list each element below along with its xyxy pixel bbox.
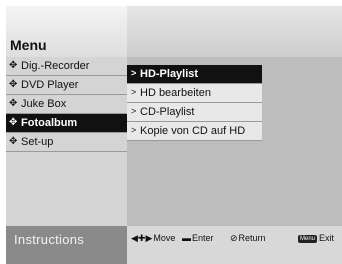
return-icon: ⊘ — [230, 233, 238, 243]
screen: Menu ✥ Dig.-Recorder ✥ DVD Player ✥ Juke… — [0, 0, 342, 264]
menu-frame: Menu ✥ Dig.-Recorder ✥ DVD Player ✥ Juke… — [6, 6, 342, 264]
instructions-panel: Instructions — [6, 226, 127, 264]
submenu-panel: > HD-Playlist > HD bearbeiten > CD-Playl… — [127, 57, 342, 226]
bullet-icon: ✥ — [9, 98, 18, 109]
arrow-right-icon: > — [131, 87, 137, 97]
hint-enter-label: Enter — [192, 233, 214, 243]
main-menu-item-label: Set-up — [21, 136, 54, 148]
main-menu-item-dig-recorder[interactable]: ✥ Dig.-Recorder — [6, 57, 127, 76]
submenu-item-hd-bearbeiten[interactable]: > HD bearbeiten — [127, 84, 262, 103]
submenu-item-kopie-cd-hd[interactable]: > Kopie von CD auf HD — [127, 122, 262, 141]
instructions-bar: ◀✚▶Move ▬Enter ⊘Return Menu Exit — [127, 226, 342, 264]
enter-key-icon: ▬ — [182, 233, 191, 243]
submenu-item-hd-playlist[interactable]: > HD-Playlist — [127, 65, 262, 84]
main-menu-item-dvd-player[interactable]: ✥ DVD Player — [6, 76, 127, 95]
main-menu: ✥ Dig.-Recorder ✥ DVD Player ✥ Juke Box … — [6, 57, 127, 226]
bullet-icon: ✥ — [9, 136, 18, 147]
bullet-icon: ✥ — [9, 79, 18, 90]
header-left: Menu — [6, 6, 127, 57]
hint-enter: ▬Enter — [182, 233, 214, 243]
hint-move: ◀✚▶Move — [131, 233, 175, 244]
hint-return: ⊘Return — [230, 233, 266, 244]
submenu-item-label: HD bearbeiten — [140, 87, 211, 99]
main-menu-item-label: Dig.-Recorder — [21, 60, 90, 72]
arrow-right-icon: > — [131, 68, 137, 78]
main-menu-item-label: DVD Player — [21, 79, 79, 91]
main-menu-item-setup[interactable]: ✥ Set-up — [6, 133, 127, 152]
submenu-list: > HD-Playlist > HD bearbeiten > CD-Playl… — [127, 65, 262, 141]
hint-return-label: Return — [238, 233, 266, 243]
main-menu-item-label: Fotoalbum — [21, 117, 78, 129]
submenu-item-label: HD-Playlist — [140, 68, 199, 80]
submenu-item-cd-playlist[interactable]: > CD-Playlist — [127, 103, 262, 122]
bullet-icon: ✥ — [9, 60, 18, 71]
page-title: Menu — [10, 37, 47, 53]
arrow-right-icon: > — [131, 125, 137, 135]
main-menu-item-fotoalbum[interactable]: ✥ Fotoalbum — [6, 114, 127, 133]
bullet-icon: ✥ — [9, 117, 18, 128]
arrow-right-icon: > — [131, 106, 137, 116]
submenu-item-label: Kopie von CD auf HD — [140, 125, 246, 137]
main-menu-item-label: Juke Box — [21, 98, 67, 110]
hint-exit-label: Exit — [319, 233, 335, 243]
hint-move-label: Move — [153, 233, 176, 243]
hint-exit: Menu Exit — [298, 233, 334, 243]
main-menu-item-juke-box[interactable]: ✥ Juke Box — [6, 95, 127, 114]
instructions-title: Instructions — [14, 232, 85, 247]
move-arrows-icon: ◀✚▶ — [131, 233, 153, 243]
menu-key-icon: Menu — [298, 235, 318, 243]
header-right — [127, 6, 342, 57]
submenu-item-label: CD-Playlist — [140, 106, 195, 118]
